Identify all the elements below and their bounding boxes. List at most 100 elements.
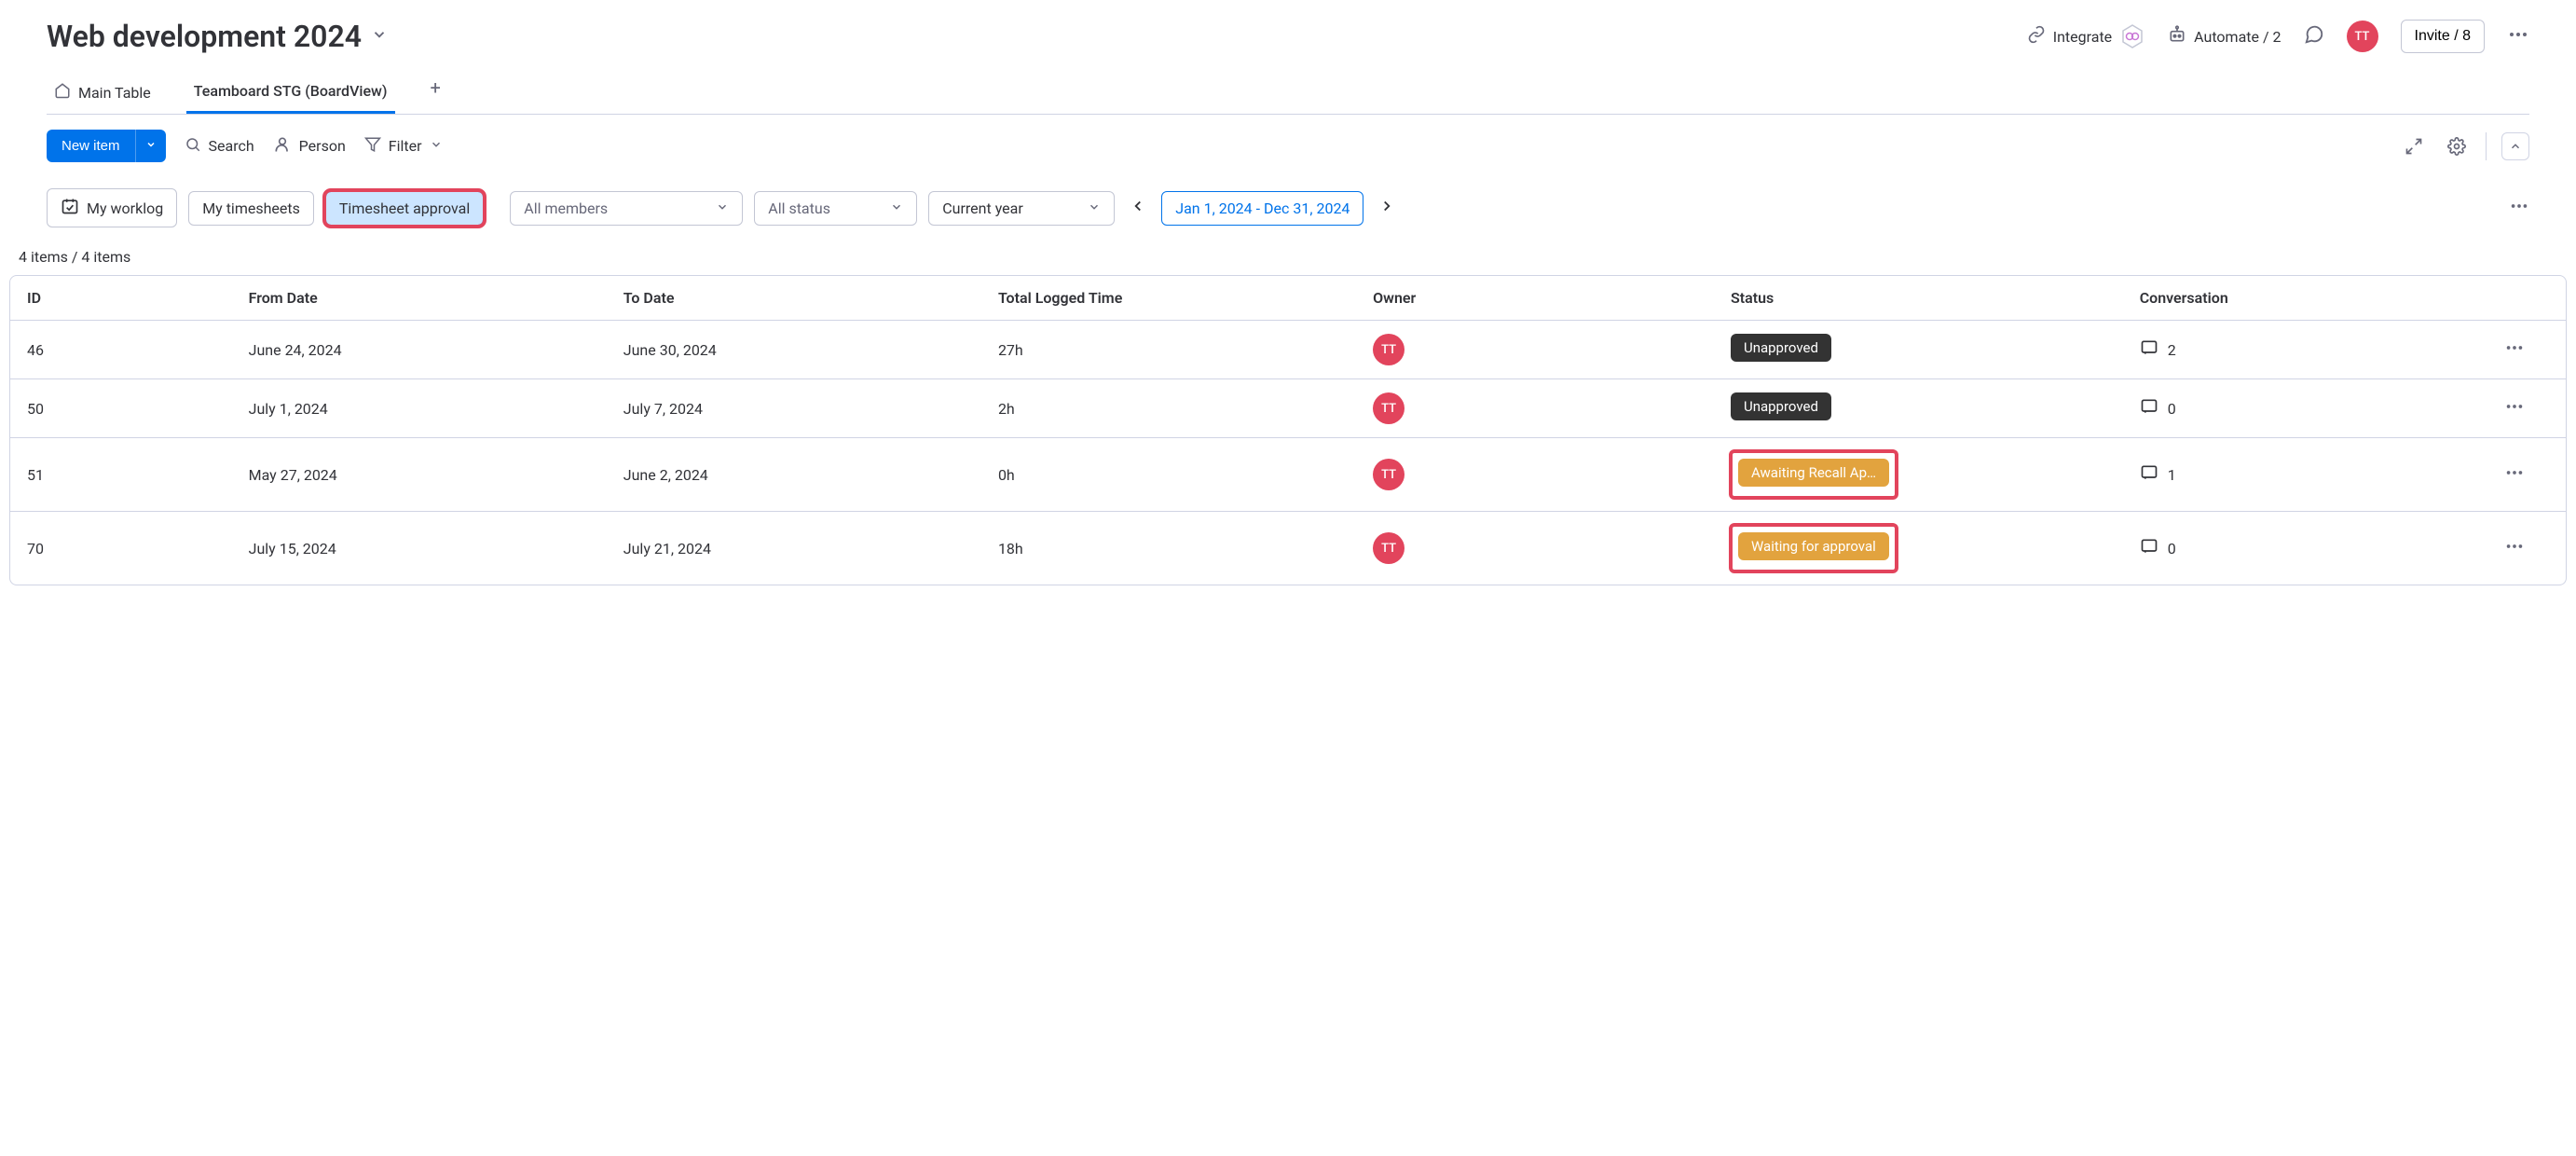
th-from[interactable]: From Date xyxy=(232,276,607,321)
chevron-down-icon xyxy=(716,200,729,217)
new-item-button[interactable]: New item xyxy=(47,130,135,162)
search-button[interactable]: Search xyxy=(185,136,254,157)
cell-id: 46 xyxy=(10,321,232,379)
date-prev-button[interactable] xyxy=(1126,194,1150,222)
owner-avatar[interactable]: TT xyxy=(1373,334,1404,365)
conversation-count: 0 xyxy=(2168,400,2176,418)
chevron-down-icon xyxy=(890,200,903,217)
user-avatar[interactable]: TT xyxy=(2347,21,2378,52)
person-icon xyxy=(273,135,292,158)
year-select-label: Current year xyxy=(942,200,1023,217)
th-total[interactable]: Total Logged Time xyxy=(981,276,1356,321)
status-badge[interactable]: Awaiting Recall Ap… xyxy=(1738,459,1889,487)
date-next-button[interactable] xyxy=(1375,194,1399,222)
cell-conversation[interactable]: 0 xyxy=(2123,379,2464,438)
date-range-button[interactable]: Jan 1, 2024 - Dec 31, 2024 xyxy=(1161,191,1363,226)
row-more-button[interactable] xyxy=(2504,543,2525,560)
cell-from-date: June 24, 2024 xyxy=(232,321,607,379)
automate-label: Automate / 2 xyxy=(2194,28,2281,46)
integrate-label: Integrate xyxy=(2053,28,2112,46)
home-icon xyxy=(54,82,71,103)
robot-icon xyxy=(2168,25,2186,48)
chat-icon xyxy=(2140,338,2158,361)
my-worklog-button[interactable]: My worklog xyxy=(47,188,177,227)
integrate-button[interactable]: Integrate xyxy=(2027,23,2145,49)
cell-conversation[interactable]: 2 xyxy=(2123,321,2464,379)
owner-avatar[interactable]: TT xyxy=(1373,392,1404,424)
search-label: Search xyxy=(209,137,254,155)
cell-conversation[interactable]: 1 xyxy=(2123,438,2464,512)
owner-avatar[interactable]: TT xyxy=(1373,532,1404,564)
chat-icon xyxy=(2304,24,2324,48)
status-select-label: All status xyxy=(768,200,830,217)
th-owner[interactable]: Owner xyxy=(1356,276,1714,321)
conversation-count: 1 xyxy=(2168,466,2176,484)
new-item-dropdown[interactable] xyxy=(135,130,166,162)
members-select[interactable]: All members xyxy=(510,191,743,226)
status-badge[interactable]: Unapproved xyxy=(1731,334,1831,362)
header-more-icon[interactable] xyxy=(2507,23,2529,49)
conversation-count: 2 xyxy=(2168,341,2176,359)
chevron-down-icon xyxy=(1088,200,1101,217)
cell-from-date: July 1, 2024 xyxy=(232,379,607,438)
row-more-button[interactable] xyxy=(2504,344,2525,362)
filter-button[interactable]: Filter xyxy=(364,136,443,157)
chat-icon xyxy=(2140,537,2158,559)
filter-icon xyxy=(364,136,381,157)
cell-id: 50 xyxy=(10,379,232,438)
cell-to-date: July 21, 2024 xyxy=(607,512,981,585)
th-to[interactable]: To Date xyxy=(607,276,981,321)
owner-avatar[interactable]: TT xyxy=(1373,459,1404,490)
cell-conversation[interactable]: 0 xyxy=(2123,512,2464,585)
chat-icon xyxy=(2140,463,2158,486)
status-badge[interactable]: Unapproved xyxy=(1731,392,1831,420)
cell-status: Unapproved xyxy=(1714,321,2123,379)
table-row[interactable]: 51May 27, 2024June 2, 20240hTTAwaiting R… xyxy=(10,438,2566,512)
table-row[interactable]: 50July 1, 2024July 7, 20242hTTUnapproved… xyxy=(10,379,2566,438)
cell-id: 70 xyxy=(10,512,232,585)
tab-main-table[interactable]: Main Table xyxy=(47,73,158,114)
my-timesheets-button[interactable]: My timesheets xyxy=(188,191,314,226)
table-row[interactable]: 46June 24, 2024June 30, 202427hTTUnappro… xyxy=(10,321,2566,379)
invite-button[interactable]: Invite / 8 xyxy=(2401,20,2485,53)
settings-button[interactable] xyxy=(2443,132,2471,160)
cell-status: Unapproved xyxy=(1714,379,2123,438)
cell-from-date: July 15, 2024 xyxy=(232,512,607,585)
row-more-button[interactable] xyxy=(2504,469,2525,487)
person-button[interactable]: Person xyxy=(273,135,346,158)
integrate-hex-icon xyxy=(2119,23,2145,49)
comments-button[interactable] xyxy=(2304,24,2324,48)
timesheet-approval-button[interactable]: Timesheet approval xyxy=(325,191,484,226)
table-row[interactable]: 70July 15, 2024July 21, 202418h TT Waiting… xyxy=(10,512,2566,585)
search-icon xyxy=(185,136,201,157)
cell-total: 0h xyxy=(981,438,1356,512)
automate-button[interactable]: Automate / 2 xyxy=(2168,25,2281,48)
year-select[interactable]: Current year xyxy=(928,191,1115,226)
th-status[interactable]: Status xyxy=(1714,276,2123,321)
item-count: 4 items / 4 items xyxy=(19,248,2529,266)
integrate-icon xyxy=(2027,25,2046,48)
fullscreen-button[interactable] xyxy=(2400,132,2428,160)
status-select[interactable]: All status xyxy=(754,191,917,226)
toolbar-divider xyxy=(2486,132,2487,160)
th-conversation[interactable]: Conversation xyxy=(2123,276,2464,321)
row-more-button[interactable] xyxy=(2504,403,2525,420)
cell-owner: TT xyxy=(1356,438,1714,512)
cell-status: Awaiting Recall Ap… xyxy=(1714,438,2123,512)
tab-teamboard-label: Teamboard STG (BoardView) xyxy=(194,82,388,100)
tab-teamboard[interactable]: Teamboard STG (BoardView) xyxy=(186,73,395,114)
my-worklog-label: My worklog xyxy=(87,200,163,217)
tab-main-table-label: Main Table xyxy=(78,84,151,102)
cell-total: 2h xyxy=(981,379,1356,438)
filter-more-icon[interactable] xyxy=(2509,196,2529,220)
cell-total: 18h xyxy=(981,512,1356,585)
collapse-button[interactable] xyxy=(2501,132,2529,160)
status-badge[interactable]: Waiting for approval xyxy=(1738,532,1889,560)
cell-total: 27h xyxy=(981,321,1356,379)
cell-id: 51 xyxy=(10,438,232,512)
board-title-chevron-icon[interactable] xyxy=(371,26,388,47)
my-timesheets-label: My timesheets xyxy=(202,200,300,217)
add-tab-button[interactable]: + xyxy=(423,76,448,110)
th-id[interactable]: ID xyxy=(10,276,232,321)
cell-status: Waiting for approval xyxy=(1714,512,2123,585)
